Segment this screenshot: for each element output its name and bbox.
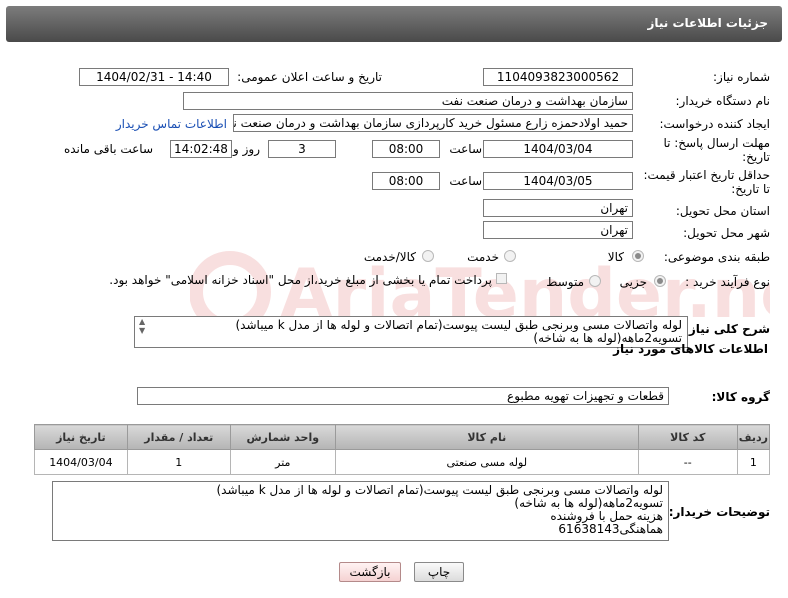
city-label: شهر محل تحویل: xyxy=(683,226,770,240)
buyer-org-field: سازمان بهداشت و درمان صنعت نفت xyxy=(183,92,633,110)
cell-date: 1404/03/04 xyxy=(34,449,128,475)
back-button[interactable]: بازگشت xyxy=(339,562,401,582)
col-quantity: تعداد / مقدار xyxy=(126,424,231,450)
process-radio-medium[interactable] xyxy=(589,275,601,287)
deadline-days-label: روز و xyxy=(233,142,260,156)
page-title: جزئیات اطلاعات نیاز xyxy=(647,16,768,30)
province-field: تهران xyxy=(483,199,633,217)
scroll-up-icon[interactable]: ▲ xyxy=(139,318,145,326)
goods-table-header: ردیف کد کالا نام کالا واحد شمارش تعداد /… xyxy=(34,424,771,450)
process-label: نوع فرآیند خرید : xyxy=(685,275,770,289)
goods-group-label: گروه کالا: xyxy=(711,390,770,404)
deadline-label-line2: تاریخ: xyxy=(742,150,770,164)
goods-section-title: اطلاعات کالاهای مورد نیاز xyxy=(613,342,768,356)
category-label: طبقه بندی موضوعی: xyxy=(663,250,770,264)
process-option-minor: جزیی xyxy=(619,275,647,289)
announce-field: 1404/02/31 - 14:40 xyxy=(79,68,229,86)
treasury-payment-note: پرداخت تمام یا بخشی از مبلغ خرید،از محل … xyxy=(109,273,492,287)
process-radio-minor[interactable] xyxy=(654,275,666,287)
goods-group-field: قطعات و تجهیزات تهویه مطبوع xyxy=(137,387,669,405)
city-field: تهران xyxy=(483,221,633,239)
remaining-time-field: 14:02:48 xyxy=(170,140,232,158)
cell-code: -- xyxy=(637,449,738,475)
category-radio-goods[interactable] xyxy=(632,250,644,262)
deadline-time-label: ساعت xyxy=(449,142,482,156)
description-label: شرح کلی نیاز: xyxy=(684,322,770,336)
remaining-label: ساعت باقی مانده xyxy=(63,142,153,156)
need-number-field: 1104093823000562 xyxy=(483,68,633,86)
cell-name: لوله مسی صنعتی xyxy=(334,449,639,475)
price-validity-label-line1: حداقل تاریخ اعتبار قیمت: xyxy=(643,168,770,182)
buyer-notes-textarea[interactable]: لوله واتصالات مسی وبرنجی طبق لیست پیوست(… xyxy=(52,481,669,541)
description-textarea[interactable]: لوله واتصالات مسی وبرنجی طبق لیست پیوست(… xyxy=(134,316,688,348)
creator-field: حمید اولادحمزه زارع مسئول خرید کارپردازی… xyxy=(233,114,633,132)
col-name: نام کالا xyxy=(334,424,639,450)
category-radio-goods-service[interactable] xyxy=(422,250,434,262)
process-option-medium: متوسط xyxy=(546,275,584,289)
announce-label: تاریخ و ساعت اعلان عمومی: xyxy=(237,70,382,84)
goods-table: ردیف کد کالا نام کالا واحد شمارش تعداد /… xyxy=(34,424,771,475)
col-row: ردیف xyxy=(736,424,771,450)
page-header: جزئیات اطلاعات نیاز xyxy=(6,6,782,42)
deadline-label-line1: مهلت ارسال پاسخ: تا xyxy=(663,136,770,150)
price-validity-label-line2: تا تاریخ: xyxy=(731,182,770,196)
category-option-goods-service: کالا/خدمت xyxy=(363,250,416,264)
col-unit: واحد شمارش xyxy=(229,424,336,450)
buyer-notes-label: توضیحات خریدار: xyxy=(668,505,770,519)
deadline-days-field: 3 xyxy=(268,140,336,158)
category-option-service: خدمت xyxy=(467,250,499,264)
province-label: استان محل تحویل: xyxy=(675,204,770,218)
cell-quantity: 1 xyxy=(126,449,231,475)
cell-unit: متر xyxy=(229,449,336,475)
treasury-payment-checkbox[interactable] xyxy=(496,273,507,284)
deadline-date-field: 1404/03/04 xyxy=(483,140,633,158)
buyer-contact-link[interactable]: اطلاعات تماس خریدار xyxy=(116,117,227,131)
category-radio-service[interactable] xyxy=(504,250,516,262)
price-validity-time-label: ساعت xyxy=(449,174,482,188)
creator-label: ایجاد کننده درخواست: xyxy=(659,117,770,131)
deadline-time-field: 08:00 xyxy=(372,140,440,158)
category-option-goods: کالا xyxy=(607,250,624,264)
table-row[interactable]: 1 -- لوله مسی صنعتی متر 1 1404/03/04 xyxy=(34,449,771,475)
price-validity-date-field: 1404/03/05 xyxy=(483,172,633,190)
need-number-label: شماره نیاز: xyxy=(713,70,770,84)
col-code: کد کالا xyxy=(637,424,738,450)
col-date: تاریخ نیاز xyxy=(34,424,128,450)
buyer-org-label: نام دستگاه خریدار: xyxy=(675,94,771,108)
cell-row: 1 xyxy=(736,449,771,475)
print-button[interactable]: چاپ xyxy=(414,562,464,582)
price-validity-time-field: 08:00 xyxy=(372,172,440,190)
scroll-down-icon[interactable]: ▼ xyxy=(139,327,145,335)
